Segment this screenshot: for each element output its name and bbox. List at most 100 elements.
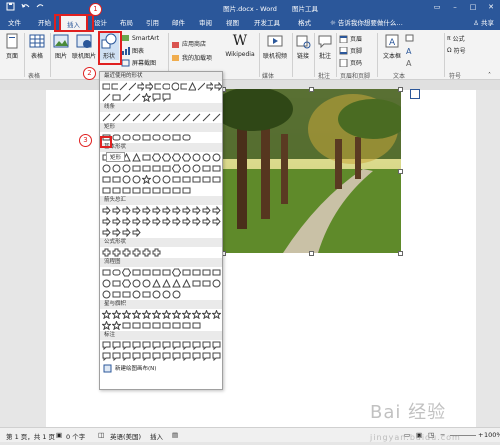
rect-shape-icon[interactable] bbox=[102, 186, 111, 195]
star-shape-icon[interactable] bbox=[162, 310, 171, 319]
rect-shape-icon[interactable] bbox=[102, 175, 111, 184]
rect-shape-icon[interactable] bbox=[212, 268, 221, 277]
circle-shape-icon[interactable] bbox=[132, 279, 141, 288]
circle-shape-icon[interactable] bbox=[212, 279, 221, 288]
resize-handle[interactable] bbox=[398, 87, 403, 92]
circle-shape-icon[interactable] bbox=[192, 164, 201, 173]
rect-shape-icon[interactable] bbox=[202, 164, 211, 173]
screenshot-button[interactable]: 屏幕截图 bbox=[121, 58, 156, 67]
rect-shape-icon[interactable] bbox=[142, 186, 151, 195]
tab-view[interactable]: 视图 bbox=[226, 17, 239, 27]
rect-shape-icon[interactable] bbox=[212, 175, 221, 184]
round-shape-icon[interactable] bbox=[182, 133, 191, 142]
my-addins-button[interactable]: 我的加载项 bbox=[171, 53, 212, 62]
equation-button[interactable]: π 公式 bbox=[447, 34, 465, 43]
chart-button[interactable]: 图表 bbox=[121, 46, 144, 55]
online-picture-button[interactable]: 联机图片 bbox=[71, 33, 97, 60]
rect-shape-icon[interactable] bbox=[172, 186, 181, 195]
rect-shape-icon[interactable] bbox=[142, 133, 151, 142]
arrow-shape-icon[interactable] bbox=[182, 206, 191, 215]
callout-shape-icon[interactable] bbox=[172, 341, 181, 350]
line-shape-icon[interactable] bbox=[172, 113, 181, 122]
circle-shape-icon[interactable] bbox=[152, 290, 161, 299]
online-video-button[interactable]: 联机视频 bbox=[261, 33, 289, 60]
arrow-shape-icon[interactable] bbox=[122, 217, 131, 226]
table-button[interactable]: 表格 bbox=[27, 33, 47, 60]
wordart-icon[interactable]: A bbox=[405, 46, 414, 54]
arrow-shape-icon[interactable] bbox=[102, 206, 111, 215]
callout-shape-icon[interactable] bbox=[182, 341, 191, 350]
arrow-shape-icon[interactable] bbox=[112, 217, 121, 226]
share-button[interactable]: ♙ 共享 bbox=[473, 17, 494, 27]
star-shape-icon[interactable] bbox=[172, 310, 181, 319]
resize-handle[interactable] bbox=[398, 169, 403, 174]
rect-shape-icon[interactable] bbox=[162, 268, 171, 277]
rect-shape-icon[interactable] bbox=[102, 268, 111, 277]
store-button[interactable]: 应用商店 bbox=[171, 39, 206, 48]
symbol-button[interactable]: Ω 符号 bbox=[447, 46, 466, 55]
rect-shape-icon[interactable] bbox=[192, 279, 201, 288]
rect-shape-icon[interactable] bbox=[202, 279, 211, 288]
tab-references[interactable]: 引用 bbox=[146, 17, 159, 27]
hex-shape-icon[interactable] bbox=[172, 268, 181, 277]
header-button[interactable]: 页眉 bbox=[339, 34, 362, 43]
arrow-shape-icon[interactable] bbox=[152, 217, 161, 226]
arrow-shape-icon[interactable] bbox=[214, 82, 222, 91]
rect-shape-icon[interactable] bbox=[132, 164, 141, 173]
tri-shape-icon[interactable] bbox=[132, 153, 141, 162]
zoom-level[interactable]: 100% bbox=[484, 431, 500, 439]
rect-shape-icon[interactable] bbox=[202, 268, 211, 277]
rect-shape-icon[interactable] bbox=[182, 186, 191, 195]
rect-shape-icon[interactable] bbox=[132, 321, 141, 330]
round-shape-icon[interactable] bbox=[162, 82, 171, 91]
tri-shape-icon[interactable] bbox=[172, 279, 181, 288]
hex-shape-icon[interactable] bbox=[172, 164, 181, 173]
rect-shape-icon[interactable] bbox=[142, 321, 151, 330]
callout-shape-icon[interactable] bbox=[102, 352, 111, 361]
arrow-shape-icon[interactable] bbox=[172, 206, 181, 215]
round-shape-icon[interactable] bbox=[152, 133, 161, 142]
page-number-button[interactable]: 页码 bbox=[339, 58, 362, 67]
tab-home[interactable]: 开始 bbox=[38, 17, 51, 27]
circle-shape-icon[interactable] bbox=[162, 175, 171, 184]
line-shape-icon[interactable] bbox=[112, 113, 121, 122]
rect-shape-icon[interactable] bbox=[122, 290, 131, 299]
star-shape-icon[interactable] bbox=[112, 321, 121, 330]
rect-shape-icon[interactable] bbox=[112, 175, 121, 184]
arrow-shape-icon[interactable] bbox=[142, 217, 151, 226]
plus-shape-icon[interactable] bbox=[152, 248, 161, 257]
proofing-icon[interactable]: ▣ bbox=[56, 431, 62, 439]
callout-shape-icon[interactable] bbox=[162, 352, 171, 361]
minimize-icon[interactable]: – bbox=[446, 0, 464, 14]
close-icon[interactable]: ✕ bbox=[482, 0, 500, 14]
callout-shape-icon[interactable] bbox=[142, 341, 151, 350]
callout-shape-icon[interactable] bbox=[122, 352, 131, 361]
arrow-shape-icon[interactable] bbox=[112, 206, 121, 215]
ribbon-display-icon[interactable]: ▭ bbox=[428, 0, 446, 14]
round-shape-icon[interactable] bbox=[112, 268, 121, 277]
circle-shape-icon[interactable] bbox=[142, 279, 151, 288]
rect-shape-icon[interactable] bbox=[122, 321, 131, 330]
arrow-shape-icon[interactable] bbox=[132, 217, 141, 226]
rect-shape-icon[interactable] bbox=[172, 321, 181, 330]
arrow-shape-icon[interactable] bbox=[102, 228, 111, 237]
rect-shape-icon[interactable] bbox=[102, 82, 110, 91]
line-shape-icon[interactable] bbox=[102, 93, 111, 102]
circle-shape-icon[interactable] bbox=[132, 175, 141, 184]
rect-shape-icon[interactable] bbox=[152, 268, 161, 277]
callout-shape-icon[interactable] bbox=[142, 352, 151, 361]
circle-shape-icon[interactable] bbox=[162, 290, 171, 299]
rect-shape-icon[interactable] bbox=[142, 290, 151, 299]
rect-shape-icon[interactable] bbox=[180, 82, 188, 91]
smartart-button[interactable]: SmartArt bbox=[121, 34, 159, 42]
callout-shape-icon[interactable] bbox=[132, 352, 141, 361]
round-shape-icon[interactable] bbox=[132, 133, 141, 142]
line-shape-icon[interactable] bbox=[182, 113, 191, 122]
rect-shape-icon[interactable] bbox=[192, 321, 201, 330]
line-shape-icon[interactable] bbox=[197, 82, 205, 91]
callout-shape-icon[interactable] bbox=[182, 352, 191, 361]
plus-shape-icon[interactable] bbox=[102, 248, 111, 257]
line-shape-icon[interactable] bbox=[212, 113, 221, 122]
hex-shape-icon[interactable] bbox=[122, 268, 131, 277]
dropcap-icon[interactable]: A bbox=[405, 58, 414, 66]
